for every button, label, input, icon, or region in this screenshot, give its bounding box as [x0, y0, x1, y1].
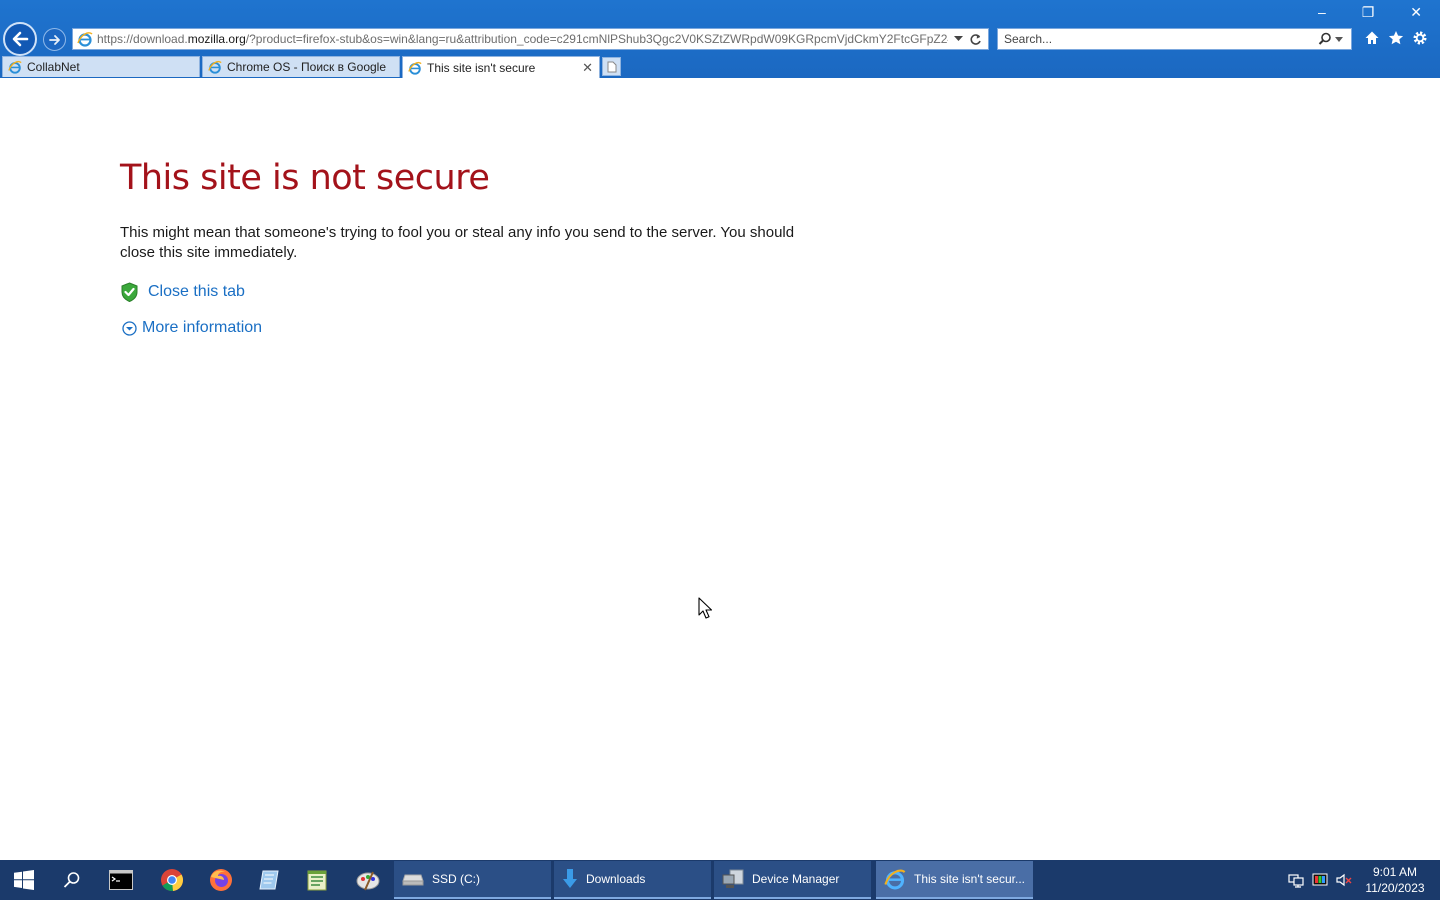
- notepad-icon: [307, 870, 327, 891]
- command-prompt-icon: [109, 870, 133, 890]
- tab-strip: CollabNet Chrome OS - Поиск в Google Thi…: [0, 56, 1440, 78]
- minimize-button[interactable]: –: [1318, 4, 1326, 21]
- ie-icon: [884, 869, 906, 890]
- download-arrow-icon: [563, 869, 577, 888]
- task-label: Downloads: [586, 872, 646, 886]
- url-rest: /?product=firefox-stub&os=win&lang=ru&at…: [245, 32, 948, 46]
- tab-label: Chrome OS - Поиск в Google: [227, 60, 387, 74]
- clock[interactable]: 9:01 AM 11/20/2023: [1360, 864, 1430, 896]
- firefox-icon: [210, 869, 232, 891]
- url-prefix: https://download.: [97, 32, 188, 46]
- taskbar-app-notepad[interactable]: [293, 860, 341, 900]
- ie-tab-icon: [408, 61, 422, 75]
- system-tray: 9:01 AM 11/20/2023: [1288, 860, 1440, 900]
- ie-tab-icon: [208, 60, 222, 74]
- home-icon[interactable]: [1364, 30, 1380, 46]
- page-title: This site is not secure: [120, 158, 490, 198]
- network-icon[interactable]: [1288, 872, 1304, 888]
- settings-gear-icon[interactable]: [1412, 30, 1428, 46]
- paint-icon: [356, 871, 380, 891]
- url-domain: mozilla.org: [187, 32, 246, 46]
- close-tab-icon[interactable]: ✕: [582, 60, 593, 76]
- restore-button[interactable]: ❐: [1362, 4, 1375, 21]
- drive-icon: [402, 874, 424, 886]
- search-box[interactable]: [997, 28, 1352, 50]
- close-tab-label: Close this tab: [148, 283, 245, 300]
- more-information-link[interactable]: More information: [122, 319, 262, 337]
- dropdown-arrow-icon[interactable]: [954, 36, 963, 42]
- search-icon: [63, 872, 80, 888]
- favorites-star-icon[interactable]: [1388, 30, 1404, 46]
- volume-muted-icon[interactable]: [1336, 872, 1352, 888]
- new-tab-button[interactable]: [602, 57, 621, 76]
- search-dropdown-icon[interactable]: [1335, 36, 1343, 42]
- task-label: Device Manager: [752, 872, 840, 886]
- page-content: This site is not secure This might mean …: [0, 78, 1440, 860]
- taskbar-chrome[interactable]: [148, 860, 196, 900]
- notes-app-icon: [259, 870, 279, 890]
- search-input[interactable]: [998, 32, 1318, 46]
- close-this-tab-link[interactable]: Close this tab: [120, 282, 245, 302]
- address-tools: [948, 33, 988, 46]
- shield-check-icon: [121, 282, 138, 302]
- forward-button[interactable]: [43, 28, 66, 51]
- task-ie-site-not-secure[interactable]: This site isn't secur...: [876, 861, 1033, 899]
- taskbar-firefox[interactable]: [197, 860, 245, 900]
- task-label: SSD (C:): [432, 872, 480, 886]
- clock-date: 11/20/2023: [1365, 881, 1425, 895]
- tab-collabnet[interactable]: CollabNet: [2, 56, 200, 77]
- tab-site-not-secure[interactable]: This site isn't secure ✕: [402, 56, 600, 78]
- tab-chrome-os-search[interactable]: Chrome OS - Поиск в Google: [202, 56, 400, 77]
- close-window-button[interactable]: ✕: [1410, 4, 1422, 21]
- address-url[interactable]: https://download.mozilla.org/?product=fi…: [97, 32, 948, 46]
- task-ssd-drive[interactable]: SSD (C:): [394, 861, 551, 899]
- search-icon[interactable]: [1318, 32, 1332, 46]
- task-device-manager[interactable]: Device Manager: [714, 861, 871, 899]
- taskbar-app-paint[interactable]: [344, 860, 392, 900]
- forward-arrow-icon: [48, 34, 60, 45]
- chrome-icon: [161, 869, 184, 892]
- display-color-icon[interactable]: [1312, 872, 1328, 888]
- refresh-icon[interactable]: [969, 33, 982, 46]
- clock-time: 9:01 AM: [1372, 865, 1418, 879]
- back-button[interactable]: [3, 22, 37, 56]
- tab-label: CollabNet: [27, 60, 80, 74]
- start-button[interactable]: [0, 860, 48, 900]
- warning-description: This might mean that someone's trying to…: [120, 224, 795, 261]
- taskbar-app-notes[interactable]: [245, 860, 293, 900]
- toolbar-right: [1364, 30, 1428, 46]
- taskbar-search-button[interactable]: [48, 860, 96, 900]
- mouse-cursor-icon: [698, 597, 712, 619]
- ie-tab-icon: [8, 60, 22, 74]
- chevron-down-circle-icon: [122, 320, 137, 336]
- address-bar[interactable]: https://download.mozilla.org/?product=fi…: [72, 28, 989, 50]
- back-arrow-icon: [12, 31, 29, 47]
- task-label: This site isn't secur...: [914, 872, 1025, 886]
- window-controls: – ❐ ✕: [1300, 4, 1440, 21]
- device-manager-icon: [722, 869, 744, 888]
- browser-chrome: – ❐ ✕ https://download.mozilla.org/?prod…: [0, 0, 1440, 78]
- tab-label: This site isn't secure: [427, 60, 536, 75]
- ie-page-icon: [77, 32, 93, 47]
- taskbar: SSD (C:) Downloads Device Manager This s…: [0, 860, 1440, 900]
- windows-logo-icon: [14, 870, 34, 890]
- more-info-label: More information: [142, 319, 263, 336]
- task-downloads[interactable]: Downloads: [554, 861, 711, 899]
- new-tab-icon: [607, 61, 616, 72]
- taskbar-cmd[interactable]: [97, 860, 145, 900]
